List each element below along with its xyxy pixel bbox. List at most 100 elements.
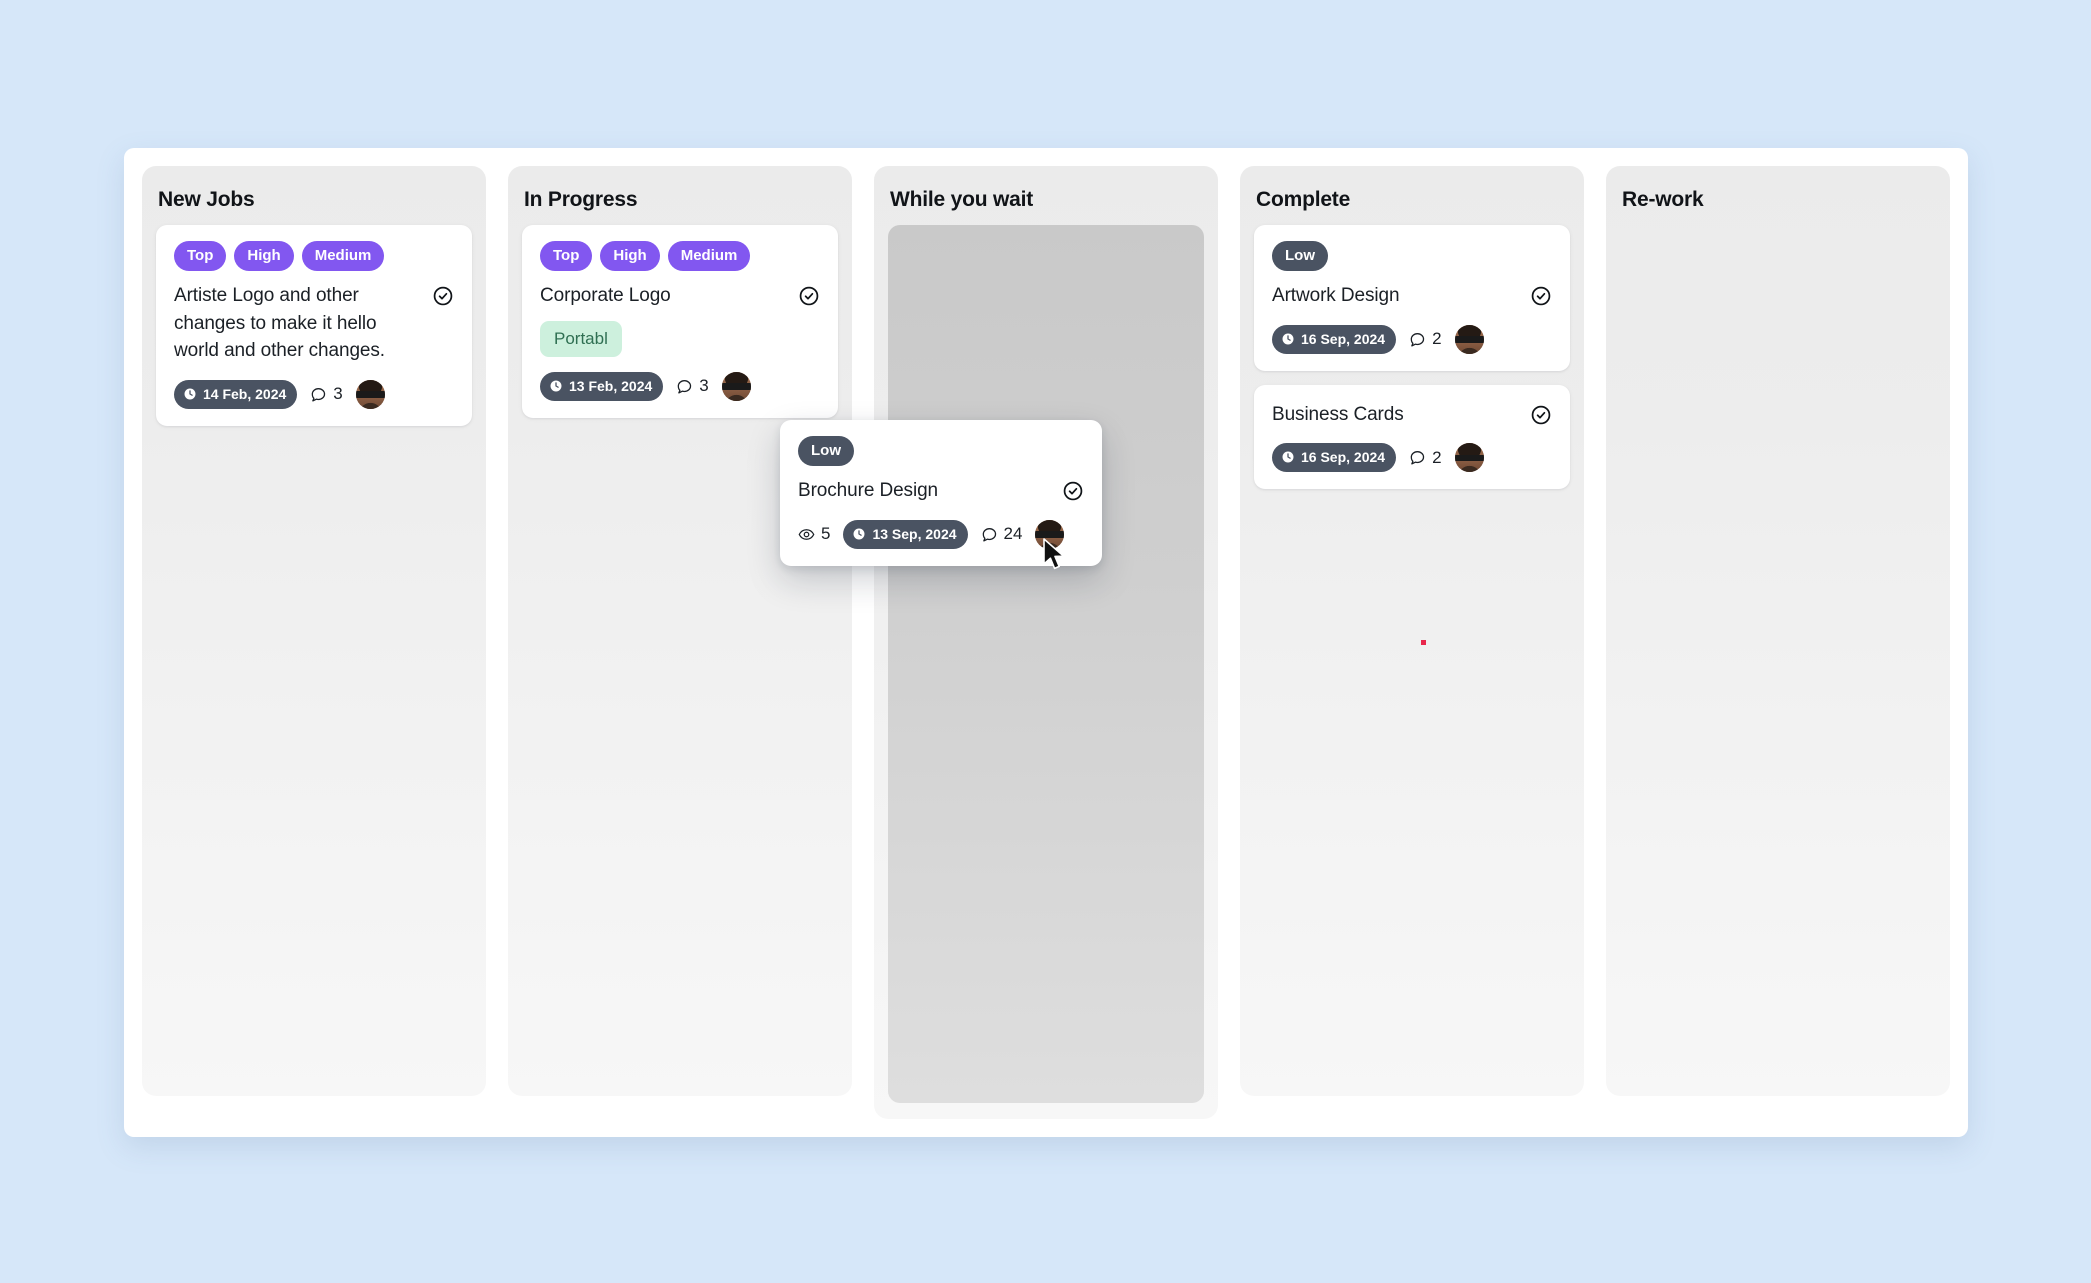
column-re-work: Re-work	[1606, 166, 1950, 1096]
dragging-card-inner[interactable]: Low Brochure Design 5 13 Sep, 2024 24	[798, 436, 1084, 549]
comments-value: 3	[699, 376, 709, 396]
card-header-row: Artwork Design	[1272, 282, 1552, 310]
due-date-value: 16 Sep, 2024	[1301, 330, 1386, 347]
avatar-privacy-band	[1454, 454, 1484, 462]
card-title: Business Cards	[1272, 403, 1404, 425]
column-in-progress: In Progress Top High Medium Corporate Logo Po…	[508, 166, 852, 1096]
column-title-in-progress: In Progress	[524, 188, 638, 211]
card-meta-row: 13 Feb, 2024 3	[540, 371, 820, 401]
comment-bubble-icon	[981, 526, 998, 543]
card-new-jobs-0[interactable]: Top High Medium Artiste Logo and other chan…	[156, 225, 472, 426]
priority-chip-high[interactable]: High	[234, 241, 294, 271]
avatar-privacy-band	[1035, 531, 1065, 538]
card-in-progress-0[interactable]: Top High Medium Corporate Logo Portabl 13 Feb…	[522, 225, 838, 418]
comments-value: 24	[1003, 524, 1023, 544]
tag-row: Portabl	[540, 320, 820, 357]
card-meta-row: 16 Sep, 2024 2	[1272, 324, 1552, 354]
card-header-row: Artiste Logo and other changes to make i…	[174, 282, 454, 365]
avatar	[355, 379, 385, 409]
kanban-board: New Jobs Top High Medium Artiste Logo and ot…	[124, 148, 1968, 1137]
comments-count[interactable]: 3	[310, 384, 343, 404]
due-date-value: 14 Feb, 2024	[203, 385, 287, 402]
dragging-card-brochure-design[interactable]: Low Brochure Design 5 13 Sep, 2024 24	[780, 420, 1102, 566]
comments-value: 2	[1432, 447, 1442, 467]
due-date-pill[interactable]: 16 Sep, 2024	[1272, 324, 1397, 354]
card-complete-0[interactable]: Low Artwork Design 16 Sep, 2024 2	[1254, 225, 1570, 371]
card-meta-row: 16 Sep, 2024 2	[1272, 443, 1552, 473]
card-meta-row: 5 13 Sep, 2024 24	[798, 519, 1084, 549]
column-cards-re-work	[1620, 222, 1936, 225]
priority-chip-top[interactable]: Top	[540, 241, 593, 271]
card-meta-row: 14 Feb, 2024 3	[174, 379, 454, 409]
avatar	[1454, 443, 1484, 473]
comment-bubble-icon	[310, 386, 327, 403]
column-complete: Complete Low Artwork Design 16 Sep, 2024 2 Bu…	[1240, 166, 1584, 1096]
chip-row: Low	[798, 436, 1084, 466]
check-circle-icon[interactable]	[432, 285, 454, 307]
comments-value: 3	[333, 384, 343, 404]
card-title: Artwork Design	[1272, 285, 1400, 306]
clock-icon	[1281, 450, 1295, 464]
column-title-while-you-wait: While you wait	[890, 188, 1034, 211]
card-header-row: Business Cards	[1272, 401, 1552, 429]
priority-chip-low[interactable]: Low	[798, 436, 854, 466]
column-title-re-work: Re-work	[1622, 188, 1704, 211]
comment-bubble-icon	[1409, 331, 1426, 348]
comments-count[interactable]: 3	[676, 376, 709, 396]
column-cards-new-jobs: Top High Medium Artiste Logo and other chan…	[156, 222, 472, 426]
clock-icon	[852, 527, 866, 541]
chip-row: Top High Medium	[540, 241, 820, 271]
card-title: Brochure Design	[798, 480, 939, 501]
priority-chip-medium[interactable]: Medium	[667, 241, 751, 271]
clock-icon	[1281, 332, 1295, 346]
card-title: Artiste Logo and other changes to make i…	[174, 285, 385, 362]
card-title: Corporate Logo	[540, 285, 671, 306]
avatar-privacy-band	[1454, 336, 1484, 343]
due-date-pill[interactable]: 13 Feb, 2024	[540, 371, 664, 401]
due-date-value: 13 Sep, 2024	[872, 525, 957, 542]
column-title-complete: Complete	[1256, 188, 1351, 211]
card-header-row: Corporate Logo	[540, 282, 820, 310]
priority-chip-high[interactable]: High	[600, 241, 660, 271]
comments-count[interactable]: 2	[1409, 329, 1442, 349]
due-date-pill[interactable]: 13 Sep, 2024	[843, 519, 968, 549]
chip-row: Top High Medium	[174, 241, 454, 271]
avatar	[1454, 324, 1484, 354]
check-circle-icon[interactable]	[1530, 404, 1552, 426]
comments-value: 2	[1432, 329, 1442, 349]
avatar	[1035, 519, 1065, 549]
red-marker-dot	[1421, 640, 1426, 645]
avatar-privacy-band	[721, 383, 751, 390]
column-while-you-wait: While you wait	[874, 166, 1218, 1119]
avatar-privacy-band	[355, 391, 385, 398]
eye-icon	[798, 526, 815, 543]
due-date-pill[interactable]: 14 Feb, 2024	[174, 379, 298, 409]
priority-chip-low[interactable]: Low	[1272, 241, 1328, 271]
card-tag[interactable]: Portabl	[540, 320, 622, 357]
clock-icon	[183, 387, 197, 401]
card-complete-1[interactable]: Business Cards 16 Sep, 2024 2	[1254, 384, 1570, 490]
check-circle-icon[interactable]	[1530, 285, 1552, 307]
column-new-jobs: New Jobs Top High Medium Artiste Logo and ot…	[142, 166, 486, 1096]
drop-zone-placeholder[interactable]	[888, 225, 1204, 1103]
comments-count[interactable]: 24	[981, 524, 1023, 544]
due-date-value: 16 Sep, 2024	[1301, 449, 1386, 466]
priority-chip-top[interactable]: Top	[174, 241, 227, 271]
check-circle-icon[interactable]	[798, 285, 820, 307]
views-value: 5	[821, 524, 831, 544]
column-cards-complete: Low Artwork Design 16 Sep, 2024 2 Business C…	[1254, 222, 1570, 490]
priority-chip-medium[interactable]: Medium	[301, 241, 385, 271]
column-cards-while-you-wait	[888, 222, 1204, 1103]
due-date-value: 13 Feb, 2024	[569, 377, 653, 394]
column-title-new-jobs: New Jobs	[158, 188, 255, 211]
comments-count[interactable]: 2	[1409, 447, 1442, 468]
comment-bubble-icon	[1409, 449, 1426, 466]
due-date-pill[interactable]: 16 Sep, 2024	[1272, 443, 1397, 473]
chip-row: Low	[1272, 241, 1552, 271]
avatar	[721, 371, 751, 401]
clock-icon	[549, 379, 563, 393]
column-cards-in-progress: Top High Medium Corporate Logo Portabl 13 Feb…	[522, 222, 838, 418]
check-circle-icon[interactable]	[1062, 480, 1084, 502]
comment-bubble-icon	[676, 378, 693, 395]
board-columns: New Jobs Top High Medium Artiste Logo and ot…	[142, 166, 1950, 1119]
